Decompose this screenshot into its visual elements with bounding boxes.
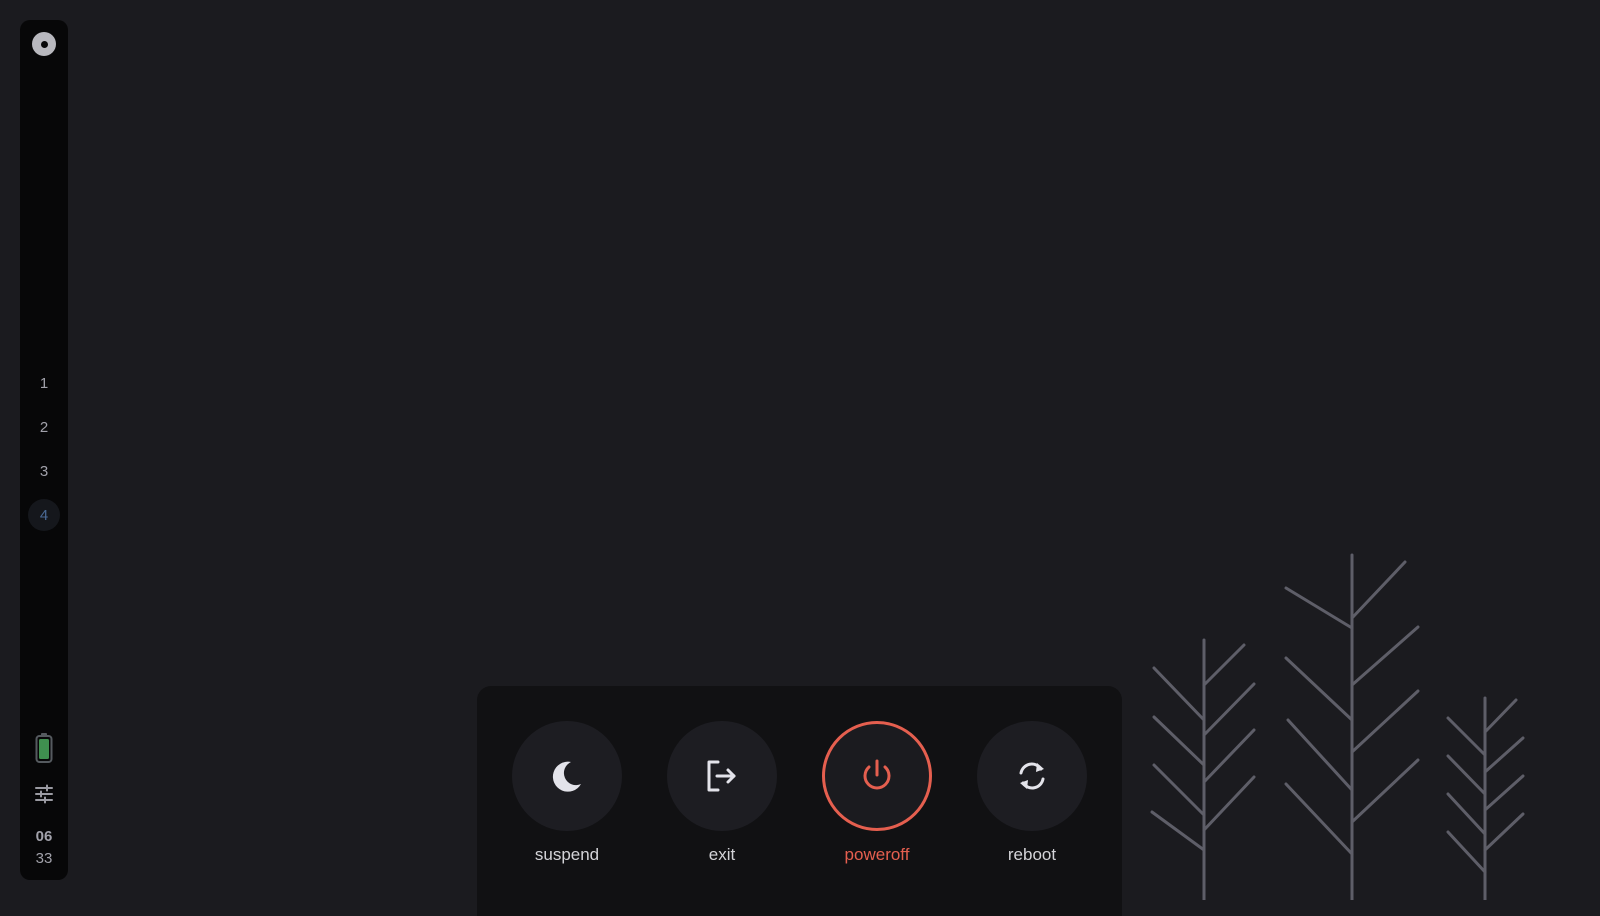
moon-icon — [552, 761, 581, 792]
clock-hours: 06 — [35, 828, 53, 845]
logout-icon — [707, 760, 736, 792]
exit-circle[interactable] — [667, 721, 777, 831]
poweroff-label: poweroff — [844, 845, 910, 864]
reboot-label: reboot — [1007, 845, 1057, 864]
workspace-4[interactable]: 4 — [28, 499, 60, 531]
clock-minutes: 33 — [35, 850, 53, 867]
exit-button[interactable]: exit — [667, 721, 777, 865]
workspace-list: 1 2 3 4 — [20, 367, 68, 543]
power-icon — [863, 759, 891, 790]
sliders-icon[interactable] — [34, 784, 54, 804]
refresh-icon — [1019, 762, 1045, 790]
battery-icon[interactable] — [35, 732, 53, 764]
suspend-label: suspend — [534, 845, 600, 864]
reboot-button[interactable]: reboot — [977, 721, 1087, 865]
suspend-button[interactable]: suspend — [512, 721, 622, 865]
workspace-1[interactable]: 1 — [28, 367, 60, 399]
poweroff-circle[interactable] — [822, 721, 932, 831]
tree-outlines-decoration — [1150, 553, 1525, 900]
poweroff-button[interactable]: poweroff — [822, 721, 932, 865]
clock: 06 33 — [20, 826, 68, 870]
os-logo-icon[interactable] — [32, 32, 56, 56]
exit-label: exit — [708, 845, 736, 864]
suspend-circle[interactable] — [512, 721, 622, 831]
power-menu: suspend exit poweroff reboot — [477, 686, 1122, 916]
workspace-2[interactable]: 2 — [28, 411, 60, 443]
reboot-circle[interactable] — [977, 721, 1087, 831]
sidebar: 1 2 3 4 06 33 — [20, 20, 68, 880]
workspace-3[interactable]: 3 — [28, 455, 60, 487]
